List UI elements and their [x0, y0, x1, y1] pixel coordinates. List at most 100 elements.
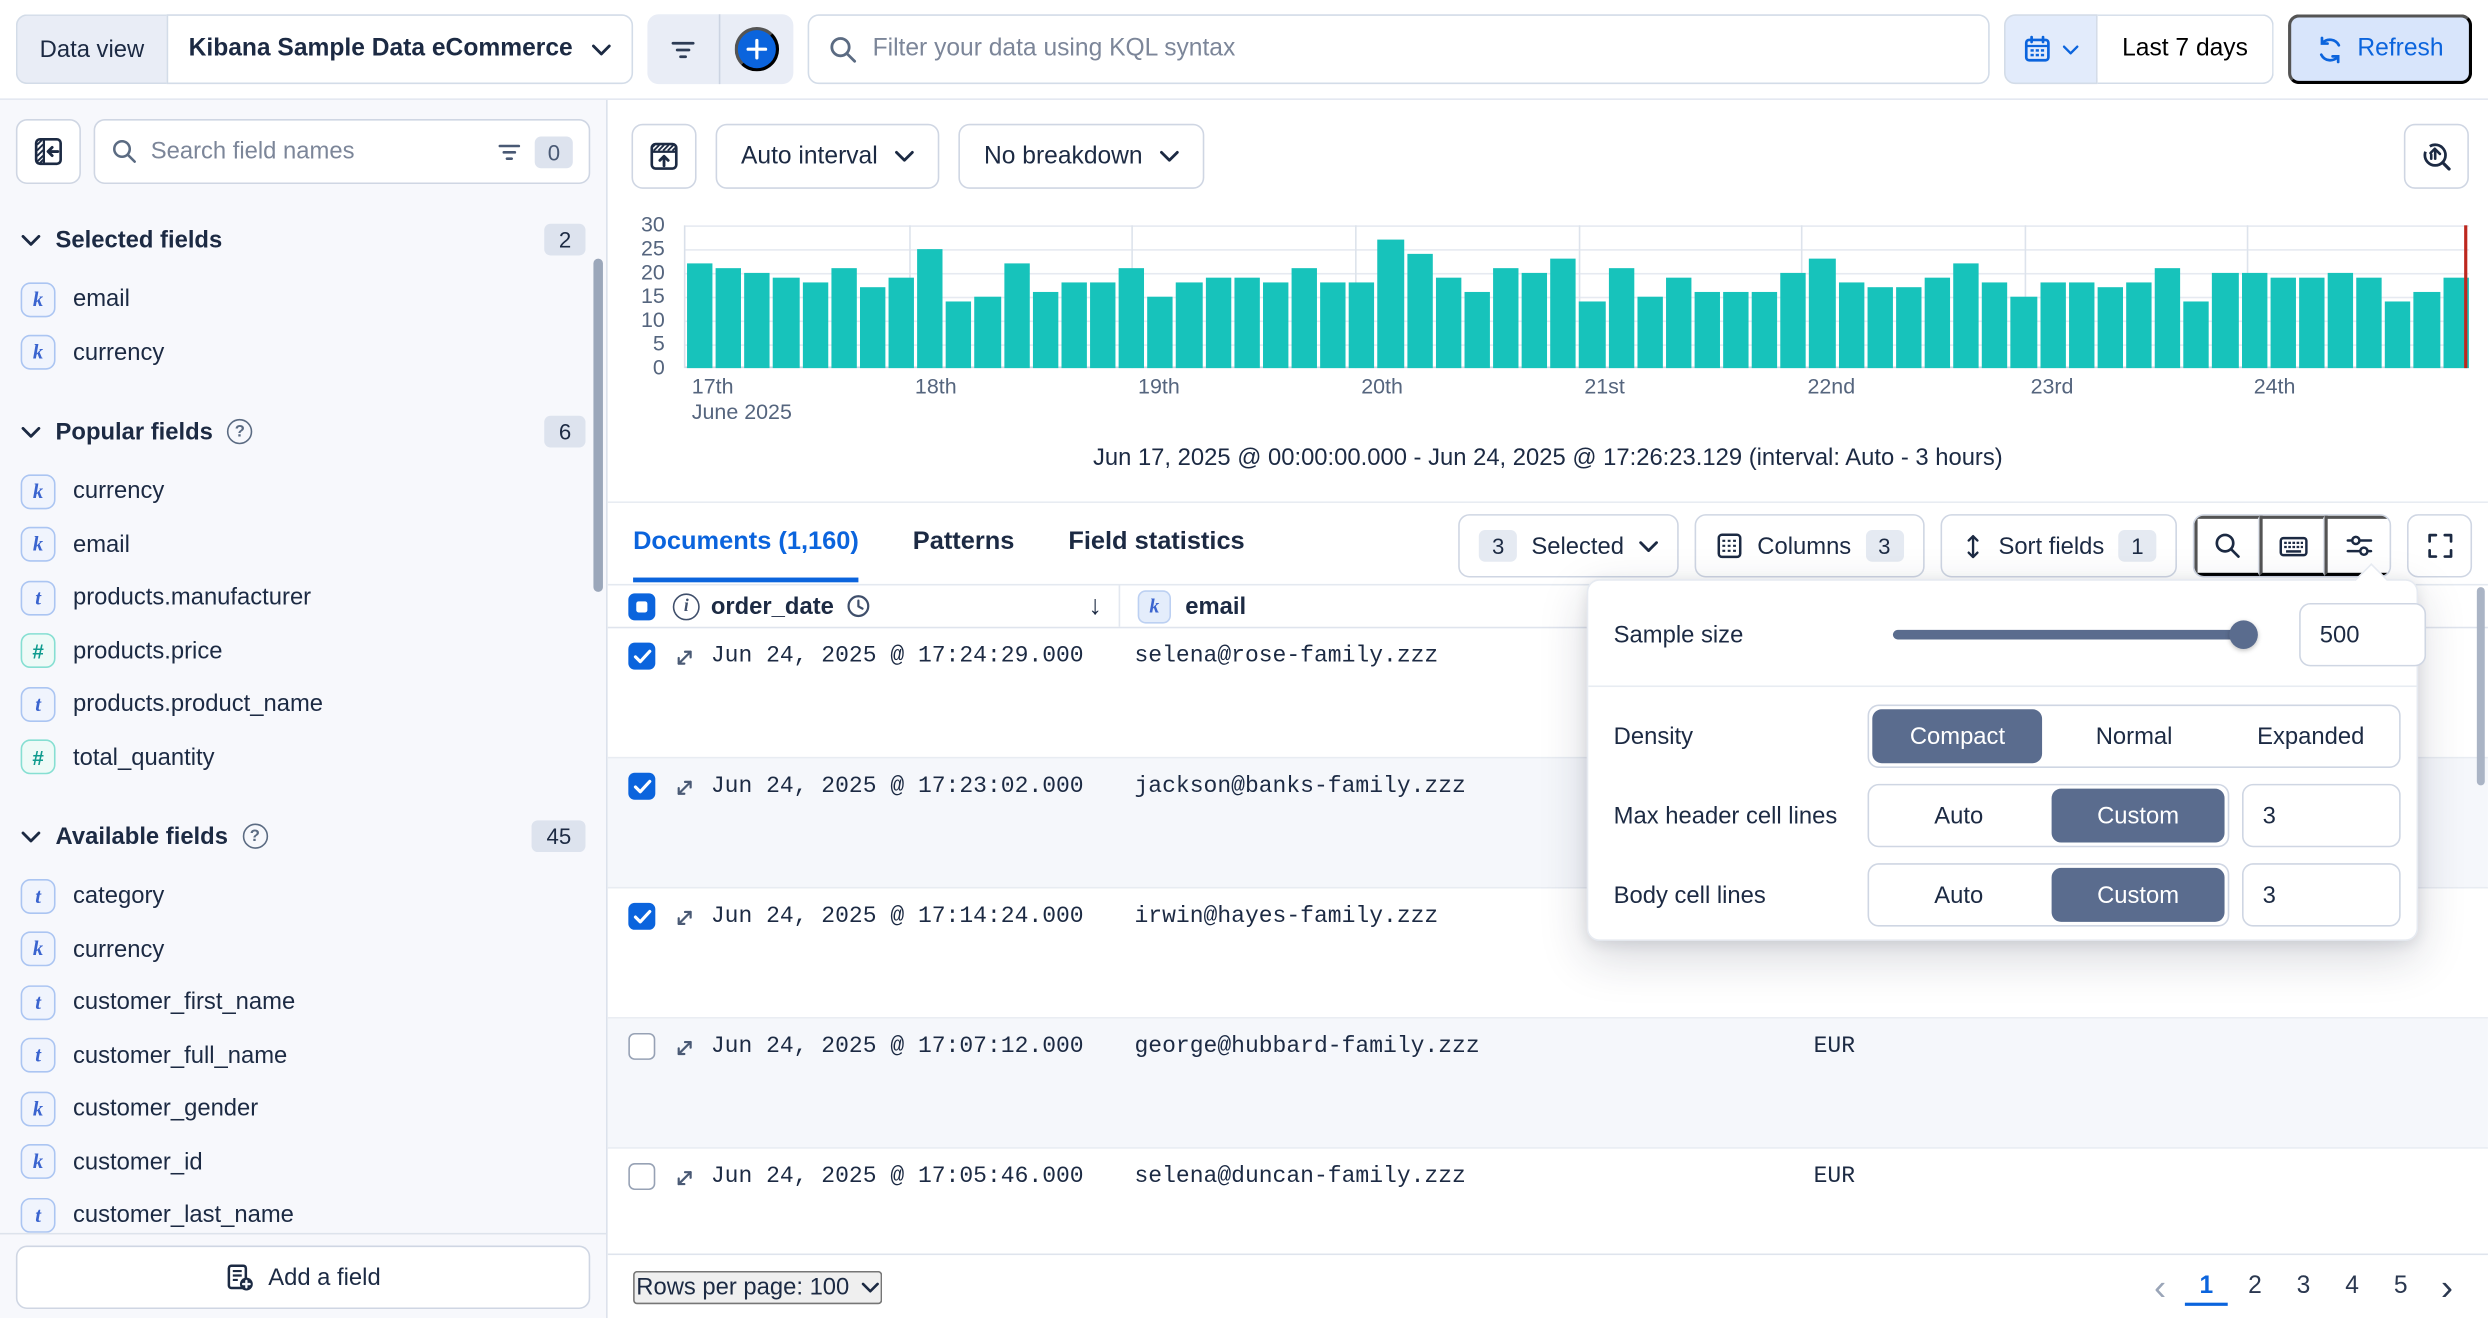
histogram-bar[interactable] [1608, 268, 1634, 368]
histogram-bar[interactable] [2040, 282, 2066, 368]
tab-field-statistics[interactable]: Field statistics [1068, 509, 1244, 582]
collapse-sidebar-button[interactable] [16, 119, 81, 184]
explore-in-lens-button[interactable] [2404, 124, 2469, 189]
order-date-cell[interactable]: Jun 24, 2025 @ 17:24:29.000 [711, 644, 1084, 669]
row-checkbox[interactable] [628, 643, 655, 670]
controls-column-info-icon[interactable]: i [673, 585, 700, 626]
body-lines-auto[interactable]: Auto [1872, 868, 2045, 922]
histogram-chart[interactable] [684, 225, 2469, 368]
histogram-bar[interactable] [1838, 282, 1864, 368]
body-lines-input[interactable] [2242, 863, 2401, 926]
expand-row-icon[interactable] [673, 776, 697, 800]
histogram-bar[interactable] [1148, 297, 1174, 368]
histogram-bar[interactable] [1925, 278, 1951, 368]
email-cell[interactable]: selena@rose-family.zzz [1134, 644, 1438, 669]
histogram-bar[interactable] [946, 301, 972, 368]
columns-button[interactable]: Columns 3 [1694, 514, 1924, 577]
rows-per-page-dropdown[interactable]: Rows per page: 100 [633, 1270, 883, 1303]
sort-fields-button[interactable]: Sort fields 1 [1940, 514, 2177, 577]
header-lines-custom[interactable]: Custom [2052, 789, 2225, 843]
email-cell[interactable]: jackson@banks-family.zzz [1134, 774, 1465, 799]
filter-icon[interactable] [647, 14, 718, 84]
header-lines-auto[interactable]: Auto [1872, 789, 2045, 843]
row-checkbox[interactable] [628, 773, 655, 800]
fullscreen-button[interactable] [2407, 514, 2472, 577]
histogram-bar[interactable] [1349, 282, 1375, 368]
expand-row-icon[interactable] [673, 1036, 697, 1060]
currency-cell[interactable]: EUR [1814, 1165, 1855, 1190]
field-item[interactable]: kcurrency [0, 326, 606, 379]
field-item[interactable]: tcustomer_full_name [0, 1029, 606, 1082]
data-view-picker[interactable]: Data view Kibana Sample Data eCommerce [16, 14, 633, 84]
histogram-bar[interactable] [1119, 268, 1145, 368]
histogram-bar[interactable] [1090, 282, 1116, 368]
order-date-cell[interactable]: Jun 24, 2025 @ 17:14:24.000 [711, 904, 1084, 929]
section-header[interactable]: Available fields?45 [0, 809, 606, 863]
histogram-bar[interactable] [1004, 263, 1030, 368]
kql-search-input[interactable] [873, 35, 1970, 64]
histogram-bar[interactable] [2011, 297, 2037, 368]
email-cell[interactable]: selena@duncan-family.zzz [1134, 1165, 1465, 1190]
histogram-bar[interactable] [1291, 268, 1317, 368]
time-range-button[interactable]: Last 7 days [2098, 14, 2273, 84]
field-item[interactable]: kcustomer_gender [0, 1082, 606, 1135]
histogram-bar[interactable] [1493, 268, 1519, 368]
page-button-4[interactable]: 4 [2331, 1268, 2373, 1306]
histogram-bar[interactable] [1694, 292, 1720, 368]
histogram-bar[interactable] [2356, 278, 2382, 368]
histogram-bar[interactable] [1407, 254, 1433, 368]
expand-row-icon[interactable] [673, 646, 697, 670]
histogram-bar[interactable] [1896, 287, 1922, 368]
tab-documents[interactable]: Documents (1,160) [633, 509, 859, 582]
density-option-normal[interactable]: Normal [2049, 709, 2219, 763]
page-button-1[interactable]: 1 [2185, 1268, 2227, 1306]
histogram-bar[interactable] [1867, 287, 1893, 368]
histogram-bar[interactable] [1551, 259, 1577, 368]
field-item[interactable]: #total_quantity [0, 731, 606, 784]
page-button-3[interactable]: 3 [2282, 1268, 2324, 1306]
histogram-bar[interactable] [2385, 301, 2411, 368]
selected-documents-dropdown[interactable]: 3 Selected [1459, 514, 1678, 577]
add-filter-button[interactable] [735, 27, 779, 71]
histogram-bar[interactable] [1579, 301, 1605, 368]
page-button-5[interactable]: 5 [2380, 1268, 2422, 1306]
kql-search-box[interactable] [808, 14, 1991, 84]
order-date-cell[interactable]: Jun 24, 2025 @ 17:05:46.000 [711, 1165, 1084, 1190]
currency-cell[interactable]: EUR [1814, 1035, 1855, 1060]
field-item[interactable]: tcustomer_first_name [0, 976, 606, 1029]
row-checkbox[interactable] [628, 1163, 655, 1190]
field-item[interactable]: kemail [0, 273, 606, 326]
density-option-compact[interactable]: Compact [1872, 709, 2042, 763]
histogram-bar[interactable] [2126, 282, 2152, 368]
field-item[interactable]: kcurrency [0, 923, 606, 976]
histogram-bar[interactable] [1032, 292, 1058, 368]
sidebar-scrollbar[interactable] [593, 259, 603, 592]
field-search-box[interactable]: 0 [94, 119, 591, 184]
header-lines-input[interactable] [2242, 784, 2401, 847]
histogram-bar[interactable] [745, 273, 771, 368]
histogram-bar[interactable] [773, 278, 799, 368]
section-header[interactable]: Popular fields?6 [0, 405, 606, 459]
histogram-bar[interactable] [1522, 273, 1548, 368]
histogram-bar[interactable] [687, 263, 713, 368]
histogram-bar[interactable] [1435, 278, 1461, 368]
column-header-email[interactable]: k email [1138, 585, 1246, 626]
histogram-bar[interactable] [1263, 282, 1289, 368]
field-item[interactable]: kemail [0, 518, 606, 571]
field-item[interactable]: tcategory [0, 870, 606, 923]
histogram-bar[interactable] [1637, 297, 1663, 368]
sample-size-input[interactable] [2299, 603, 2426, 666]
keyboard-shortcuts-button[interactable] [2259, 516, 2324, 576]
email-cell[interactable]: irwin@hayes-family.zzz [1134, 904, 1438, 929]
table-scrollbar[interactable] [2477, 587, 2485, 785]
field-item[interactable]: tcustomer_last_name [0, 1188, 606, 1232]
interval-dropdown[interactable]: Auto interval [716, 124, 940, 189]
column-header-order-date[interactable]: order_date [711, 585, 871, 626]
expand-row-icon[interactable] [673, 1166, 697, 1190]
histogram-bar[interactable] [1320, 282, 1346, 368]
histogram-bar[interactable] [2184, 301, 2210, 368]
breakdown-dropdown[interactable]: No breakdown [959, 124, 1205, 189]
histogram-bar[interactable] [889, 278, 915, 368]
field-search-input[interactable] [151, 138, 485, 165]
display-settings-button[interactable] [2325, 516, 2390, 576]
